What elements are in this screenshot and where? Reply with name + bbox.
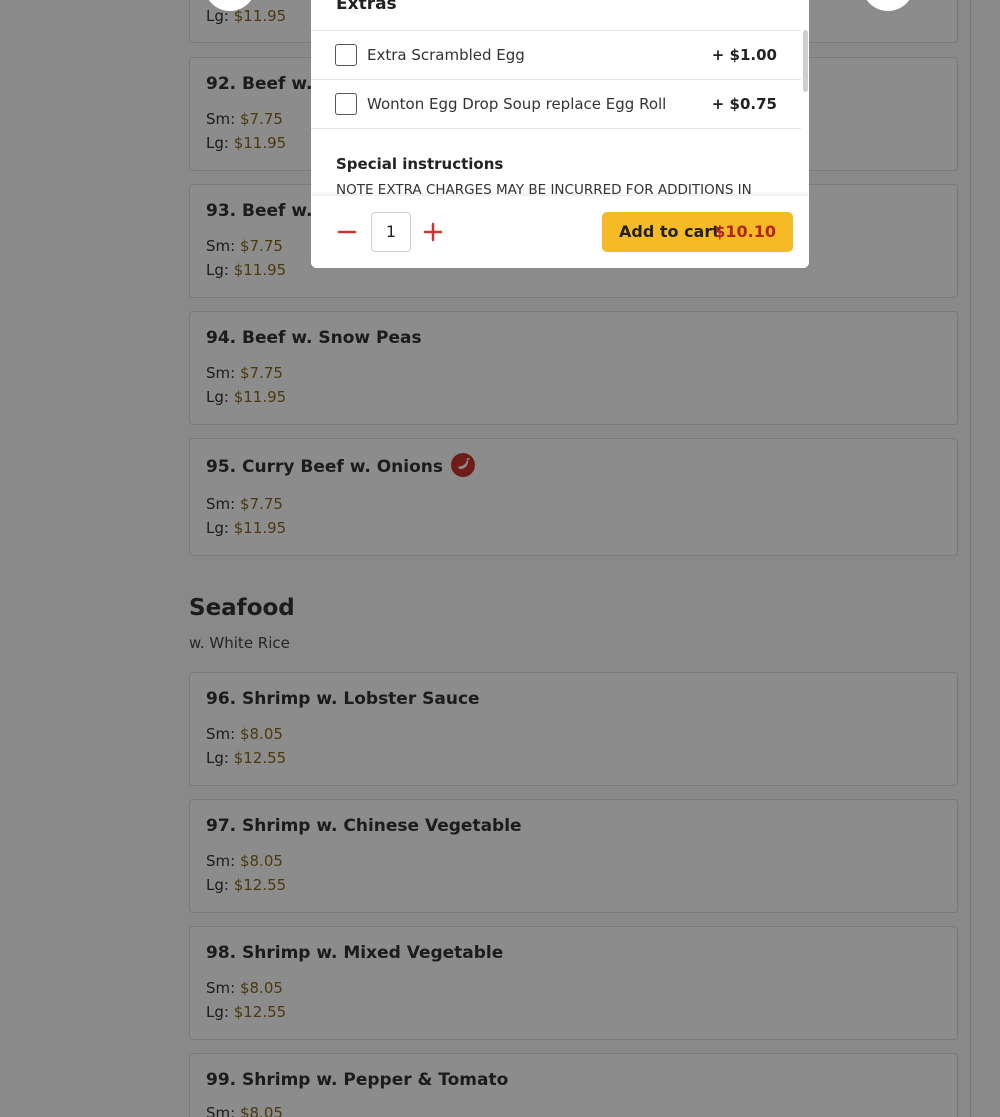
modal-footer: 1 Add to cart $10.10 (311, 196, 809, 268)
modal-scrollbar[interactable] (803, 30, 808, 92)
decrease-quantity-button[interactable] (333, 218, 361, 246)
extra-checkbox[interactable] (335, 93, 357, 115)
modal-scroll-area[interactable]: Extras Extra Scrambled Egg + $1.00 Wonto… (311, 0, 801, 196)
cart-total: $10.10 (714, 222, 776, 241)
minus-icon (337, 230, 357, 234)
add-to-cart-button[interactable]: Add to cart $10.10 (602, 212, 793, 252)
special-instructions-note: NOTE EXTRA CHARGES MAY BE INCURRED FOR A… (336, 182, 752, 196)
item-options-modal: Extras Extra Scrambled Egg + $1.00 Wonto… (311, 0, 809, 268)
increase-quantity-button[interactable] (419, 218, 447, 246)
plus-icon (423, 222, 443, 242)
extras-title: Extras (336, 0, 397, 14)
extra-price: + $1.00 (711, 46, 777, 64)
special-instructions-title: Special instructions (336, 155, 504, 173)
extra-label: Wonton Egg Drop Soup replace Egg Roll (367, 95, 667, 113)
extra-checkbox[interactable] (335, 44, 357, 66)
add-to-cart-label: Add to cart (619, 222, 720, 241)
extra-label: Extra Scrambled Egg (367, 46, 525, 64)
extra-option-row[interactable]: Wonton Egg Drop Soup replace Egg Roll + … (311, 80, 801, 129)
extra-price: + $0.75 (711, 95, 777, 113)
extra-option-row[interactable]: Extra Scrambled Egg + $1.00 (311, 31, 801, 80)
quantity-input[interactable]: 1 (371, 212, 411, 252)
